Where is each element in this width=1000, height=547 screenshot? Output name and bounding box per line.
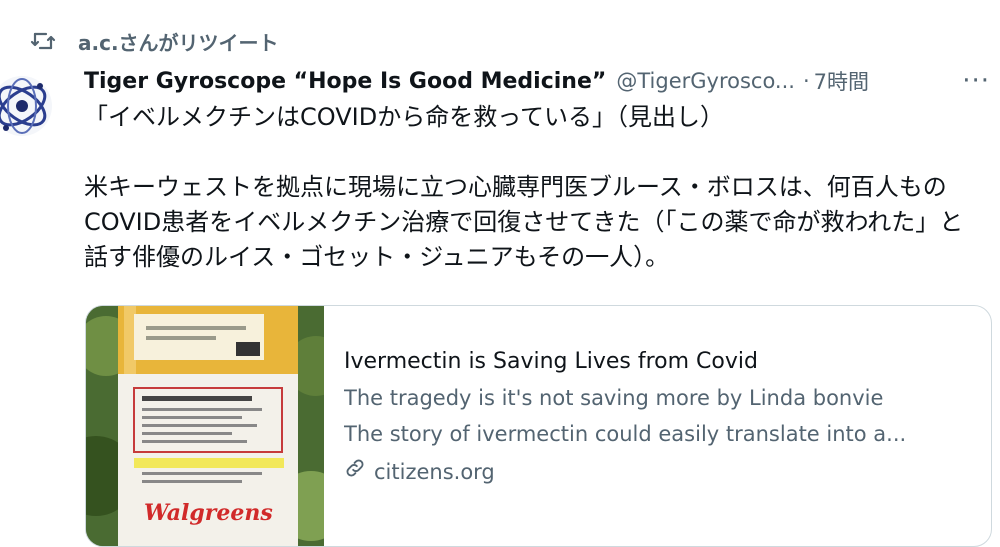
link-card[interactable]: Walgreens Ivermectin is Saving Lives fro… <box>85 305 992 547</box>
card-domain-text[interactable]: citizens.org <box>374 454 495 490</box>
author-handle[interactable]: @TigerGyrosco... <box>616 69 795 93</box>
card-image[interactable]: Walgreens <box>86 306 324 546</box>
card-body[interactable]: Ivermectin is Saving Lives from Covid Th… <box>324 306 991 546</box>
card-domain[interactable]: citizens.org <box>344 454 991 490</box>
avatar[interactable] <box>0 66 56 140</box>
tweet-header: Tiger Gyroscope “Hope Is Good Medicine” … <box>84 62 994 100</box>
more-options-icon[interactable]: ··· <box>962 66 990 96</box>
retweet-context[interactable]: a.c.さんがリツイート <box>30 26 279 56</box>
card-description-line-1: The tragedy is it's not saving more by L… <box>344 386 884 410</box>
card-description-line-2: The story of ivermectin could easily tra… <box>344 422 907 446</box>
tweet[interactable]: Tiger Gyroscope “Hope Is Good Medicine” … <box>84 62 994 275</box>
retweet-icon <box>30 26 70 56</box>
card-title[interactable]: Ivermectin is Saving Lives from Covid <box>344 344 991 380</box>
retweet-label[interactable]: a.c.さんがリツイート <box>78 27 279 56</box>
tweet-text: 「イベルメクチンはCOVIDから命を救っている」（見出し） 米キーウェストを拠点… <box>84 103 964 271</box>
link-icon <box>344 454 374 490</box>
author-display-name[interactable]: Tiger Gyroscope “Hope Is Good Medicine” <box>84 69 606 94</box>
walgreens-logo: Walgreens <box>144 500 273 526</box>
tweet-timestamp[interactable]: 7時間 <box>814 66 869 96</box>
separator-dot: · <box>802 69 810 93</box>
